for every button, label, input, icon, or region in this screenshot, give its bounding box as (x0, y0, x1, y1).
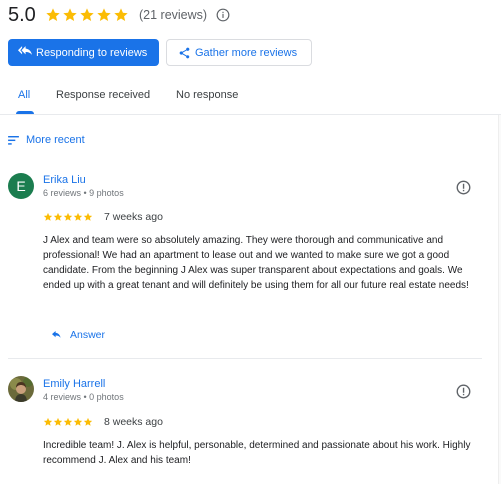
tab-response-received[interactable]: Response received (56, 89, 150, 101)
rating-value: 5.0 (8, 4, 36, 26)
reply-icon (52, 330, 61, 338)
star-icon (73, 212, 83, 221)
review-stars (43, 417, 93, 427)
review-text: Incredible team! J. Alex is helpful, per… (43, 440, 471, 466)
reviewer-meta: 4 reviews • 0 photos (43, 392, 124, 402)
info-icon[interactable] (216, 8, 230, 22)
sort-icon (8, 135, 19, 145)
rating-stars (45, 7, 129, 23)
avatar[interactable]: E (8, 173, 34, 199)
report-icon[interactable] (456, 180, 471, 195)
avatar[interactable] (8, 376, 34, 402)
gather-more-reviews-button[interactable]: Gather more reviews (166, 39, 312, 66)
answer-label: Answer (70, 329, 106, 341)
review-stars (43, 212, 93, 222)
tab-no-response[interactable]: No response (176, 89, 238, 101)
star-icon (63, 8, 77, 21)
review-date: 8 weeks ago (104, 416, 163, 428)
star-icon (43, 212, 53, 221)
star-icon (43, 417, 53, 426)
star-icon (53, 212, 63, 221)
sort-dropdown[interactable]: More recent (8, 134, 85, 146)
responding-to-reviews-button[interactable]: Responding to reviews (8, 39, 159, 66)
gather-more-reviews-label: Gather more reviews (195, 46, 298, 59)
star-icon (73, 417, 83, 426)
tabs-divider (0, 114, 501, 115)
star-icon (80, 8, 94, 21)
star-icon (53, 417, 63, 426)
star-icon (63, 417, 73, 426)
sort-label: More recent (26, 134, 85, 146)
reply-all-icon (18, 46, 32, 55)
review-date: 7 weeks ago (104, 211, 163, 223)
review-count: (21 reviews) (139, 8, 208, 22)
reviewer-name[interactable]: Erika Liu (43, 174, 86, 186)
star-icon (114, 8, 128, 21)
star-icon (83, 212, 93, 221)
share-icon (179, 47, 190, 59)
reviewer-meta: 6 reviews • 9 photos (43, 188, 124, 198)
star-icon (97, 8, 111, 21)
avatar-photo-image (8, 376, 34, 402)
review-divider (8, 358, 482, 359)
review-text: J Alex and team were so absolutely amazi… (43, 235, 469, 291)
tab-all[interactable]: All (18, 89, 30, 101)
report-icon[interactable] (456, 384, 471, 399)
answer-button[interactable]: Answer (51, 329, 105, 341)
reviewer-name[interactable]: Emily Harrell (43, 378, 105, 390)
responding-to-reviews-label: Responding to reviews (36, 46, 148, 59)
star-icon (63, 212, 73, 221)
star-icon (46, 8, 60, 21)
star-icon (83, 417, 93, 426)
